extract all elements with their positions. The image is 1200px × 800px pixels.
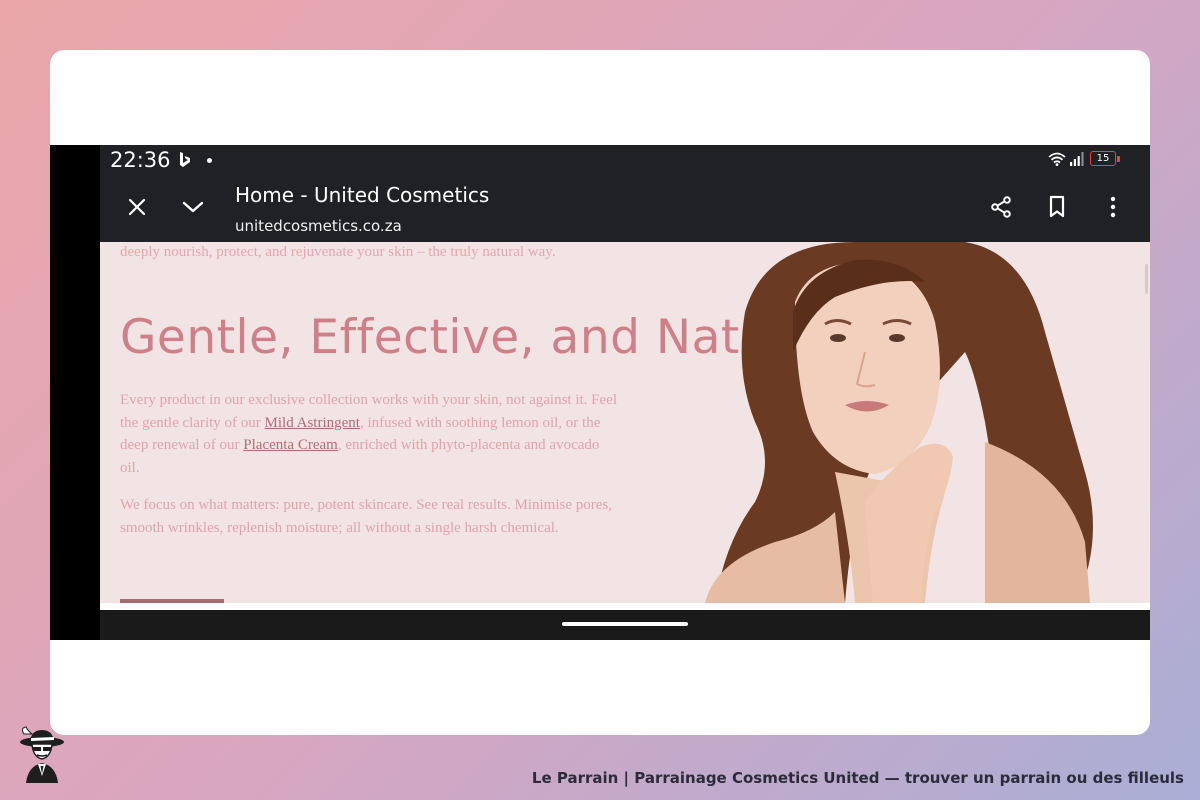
status-bar: 22:36 15 xyxy=(100,145,1150,177)
wifi-icon xyxy=(1048,152,1066,166)
screen-edge xyxy=(50,145,100,640)
minimize-button[interactable] xyxy=(178,192,208,222)
more-vert-icon xyxy=(1110,196,1116,218)
screenshot-card: 22:36 15 Home - United Cosmetics unitedc… xyxy=(50,50,1150,735)
le-parrain-logo-icon xyxy=(20,726,64,783)
gesture-nav-bar xyxy=(100,610,1150,640)
product-paragraph: Every product in our exclusive collectio… xyxy=(120,389,620,479)
placenta-cream-link[interactable]: Placenta Cream xyxy=(243,437,338,453)
chevron-down-icon xyxy=(182,201,204,213)
cell-signal-icon xyxy=(1070,152,1084,166)
page-bottom-strip xyxy=(100,603,1150,610)
phone-screen: 22:36 15 Home - United Cosmetics unitedc… xyxy=(50,145,1150,640)
bing-icon xyxy=(180,152,190,167)
web-content[interactable]: deeply nourish, protect, and rejuvenate … xyxy=(100,242,1150,610)
page-title: Home - United Cosmetics xyxy=(235,183,490,207)
status-time: 22:36 xyxy=(110,148,171,172)
focus-paragraph: We focus on what matters: pure, potent s… xyxy=(120,497,612,536)
footer-caption: Le Parrain | Parrainage Cosmetics United… xyxy=(531,769,1184,787)
notification-dot-icon xyxy=(207,158,212,163)
home-gesture-handle[interactable] xyxy=(562,622,688,626)
bookmark-button[interactable] xyxy=(1042,192,1072,222)
bookmark-icon xyxy=(1049,195,1065,218)
scrollbar[interactable] xyxy=(1145,264,1148,294)
close-button[interactable] xyxy=(122,192,152,222)
battery-icon: 15 xyxy=(1090,151,1120,166)
intro-text: deeply nourish, protect, and rejuvenate … xyxy=(120,244,556,260)
page-url[interactable]: unitedcosmetics.co.za xyxy=(235,217,402,235)
close-icon xyxy=(128,198,146,216)
browser-toolbar: Home - United Cosmetics unitedcosmetics.… xyxy=(100,177,1150,242)
model-portrait-image xyxy=(705,242,1093,603)
more-options-button[interactable] xyxy=(1098,192,1128,222)
share-button[interactable] xyxy=(986,192,1016,222)
mild-astringent-link[interactable]: Mild Astringent xyxy=(265,415,360,431)
share-icon xyxy=(991,196,1011,218)
